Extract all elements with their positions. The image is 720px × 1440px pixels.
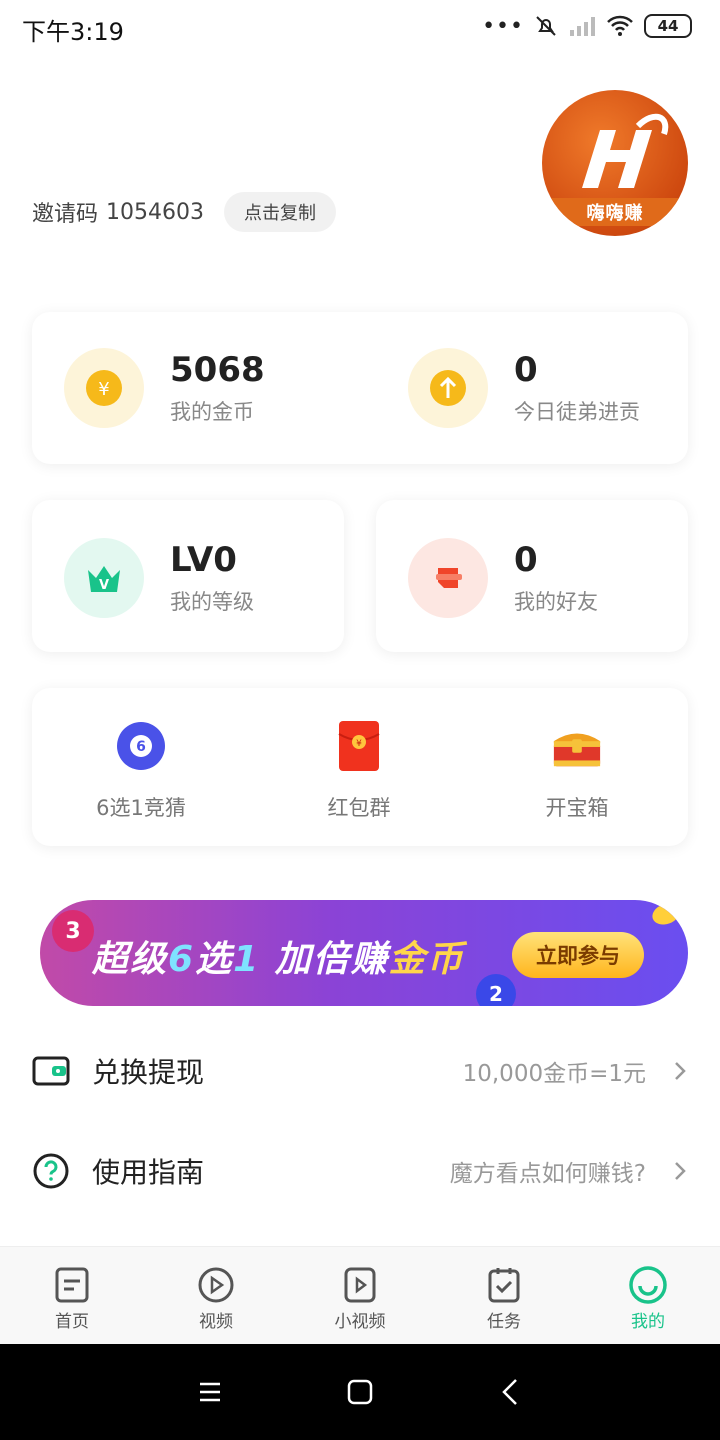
banner-text-2: 选 [195,939,234,980]
lottery-badge: 6 [136,739,146,755]
guide-title: 使用指南 [92,1156,205,1189]
quick-red-envelope-label: 红包群 [327,796,391,820]
invite-code-row: 邀请码 1054603 点击复制 [32,192,336,232]
bottom-nav: 首页 视频 小视频 任务 我的 [0,1246,720,1344]
quick-red-envelope[interactable]: ¥ 红包群 [250,688,468,846]
ball-2-icon: 2 [476,974,516,1006]
coin-icon: ¥ [64,348,144,428]
friends-label: 我的好友 [514,590,598,614]
nav-home[interactable]: 首页 [0,1247,144,1345]
friends-value: 0 [514,540,538,580]
earnings-card: ¥ 5068 我的金币 0 今日徒弟进贡 [32,312,688,464]
system-nav-bar [0,1344,720,1440]
quick-lottery-label: 6选1竞猜 [96,796,186,820]
more-dots-icon: ••• [482,13,524,39]
guide-subtitle: 魔方看点如何赚钱? [449,1161,646,1187]
battery-indicator: 44 [644,14,692,38]
friend-face-icon [408,538,488,618]
profile-icon [629,1266,667,1304]
avatar[interactable]: 嗨嗨赚 [542,90,688,236]
banner-text-em-1: 6 [168,939,196,980]
short-video-icon [344,1267,376,1303]
nav-video[interactable]: 视频 [144,1247,288,1345]
level-label: 我的等级 [170,590,254,614]
banner-text-em-3: 金币 [388,939,465,980]
nav-task-label: 任务 [487,1312,521,1332]
exchange-title: 兑换提现 [92,1056,205,1089]
svg-text:¥: ¥ [98,379,109,400]
level-card[interactable]: V LV0 我的等级 [32,500,344,652]
menu-icon[interactable] [192,1374,228,1410]
red-envelope-icon: ¥ [333,720,385,772]
wallet-icon [32,1056,70,1086]
coins-stat[interactable]: ¥ 5068 我的金币 [64,348,265,428]
join-now-button[interactable]: 立即参与 [512,932,644,978]
nav-task[interactable]: 任务 [432,1247,576,1345]
avatar-band: 嗨嗨赚 [542,198,688,226]
status-icons: ••• 44 [482,12,692,40]
level-stat: V LV0 我的等级 [64,538,254,618]
quick-actions-card: 6 6选1竞猜 ¥ 红包群 开宝箱 [32,688,688,846]
banner-text-1: 超级 [92,939,169,980]
disciple-label: 今日徒弟进贡 [514,400,640,424]
home-icon [55,1267,89,1303]
friends-card[interactable]: 0 我的好友 [376,500,688,652]
banner-title: 超级6选1 加倍赚金币 [92,930,465,982]
level-value: LV0 [170,540,237,580]
help-icon [33,1153,69,1189]
copy-invite-button[interactable]: 点击复制 [224,192,336,232]
wifi-icon [607,15,633,36]
coins-label: 我的金币 [170,400,254,424]
svg-text:¥: ¥ [356,739,362,749]
disciple-value: 0 [514,350,538,390]
arrow-up-coin-icon [408,348,488,428]
ball-3-icon: 3 [52,910,94,952]
friends-stat: 0 我的好友 [408,538,598,618]
banner-text-3: 加倍赚 [260,939,389,980]
chevron-right-icon [675,1162,686,1180]
nav-short-video[interactable]: 小视频 [288,1247,432,1345]
coins-value: 5068 [170,350,265,390]
video-icon [198,1267,234,1303]
exchange-row[interactable]: 兑换提现 10,000金币=1元 [0,1026,720,1116]
invite-code: 1054603 [106,199,204,225]
gold-coin-decoration-icon [649,900,683,929]
quick-treasure-label: 开宝箱 [545,796,609,820]
promo-banner[interactable]: 3 2 超级6选1 加倍赚金币 立即参与 [40,900,688,1006]
svg-text:V: V [99,578,109,593]
status-bar: 下午3:19 ••• 44 [0,0,720,52]
nav-profile-label: 我的 [631,1312,665,1332]
invite-label: 邀请码 [32,202,99,227]
signal-icon [570,17,595,36]
disciple-stat[interactable]: 0 今日徒弟进贡 [408,348,640,428]
quick-lottery[interactable]: 6 6选1竞猜 [32,688,250,846]
nav-home-label: 首页 [55,1312,89,1332]
home-square-icon[interactable] [342,1374,378,1410]
guide-row[interactable]: 使用指南 魔方看点如何赚钱? [0,1126,720,1216]
task-icon [488,1268,520,1303]
lottery-ball-icon: 6 [115,720,167,772]
status-time: 下午3:19 [22,18,124,46]
quick-treasure[interactable]: 开宝箱 [468,688,686,846]
nav-video-label: 视频 [199,1312,233,1332]
exchange-rate: 10,000金币=1元 [462,1061,646,1087]
chevron-right-icon [675,1062,686,1080]
crown-icon: V [64,538,144,618]
avatar-text: 嗨嗨赚 [586,203,644,224]
nav-short-video-label: 小视频 [334,1312,386,1332]
mute-bell-icon [536,16,556,36]
nav-profile[interactable]: 我的 [576,1247,720,1345]
banner-text-em-2: 1 [233,939,261,980]
back-icon[interactable] [494,1374,530,1410]
treasure-chest-icon [551,720,603,772]
